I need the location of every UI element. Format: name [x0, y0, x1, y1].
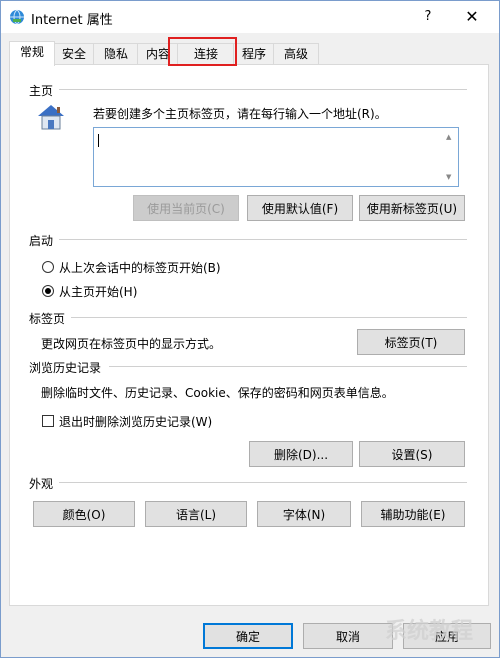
text-caret	[98, 134, 99, 147]
startup-last-session-radio[interactable]	[42, 261, 54, 273]
home-description: 若要创建多个主页标签页，请在每行输入一个地址(R)。	[93, 107, 387, 121]
home-section-title: 主页	[29, 84, 54, 98]
use-current-page-button[interactable]: 使用当前页(C)	[133, 195, 239, 221]
startup-home-page-radio[interactable]	[42, 285, 54, 297]
internet-properties-dialog: Internet 属性 ? ✕ 常规 安全 隐私 内容 连接 程序 高级 主页 …	[0, 0, 500, 658]
highlight-annotation-box	[168, 37, 237, 66]
help-button[interactable]: ?	[417, 7, 439, 27]
ok-button[interactable]: 确定	[203, 623, 293, 649]
languages-button[interactable]: 语言(L)	[145, 501, 247, 527]
startup-section-title: 启动	[29, 234, 54, 248]
tabs-separator	[71, 317, 467, 318]
scroll-down-arrow-icon[interactable]: ▼	[446, 173, 451, 181]
tab-advanced[interactable]: 高级	[273, 43, 319, 64]
appearance-separator	[59, 482, 467, 483]
watermark-text: 系统教程	[385, 619, 474, 644]
delete-history-on-exit-checkbox[interactable]	[42, 415, 54, 427]
delete-history-button[interactable]: 删除(D)...	[249, 441, 353, 467]
tabs-section-title: 标签页	[29, 312, 66, 326]
fonts-button[interactable]: 字体(N)	[257, 501, 351, 527]
tab-general[interactable]: 常规	[9, 41, 55, 66]
close-button[interactable]: ✕	[459, 5, 485, 29]
tab-privacy[interactable]: 隐私	[93, 43, 139, 64]
address-scrollbar[interactable]: ▲ ▼	[443, 129, 457, 185]
delete-history-on-exit-label[interactable]: 退出时删除浏览历史记录(W)	[59, 413, 212, 430]
appearance-section-title: 外观	[29, 477, 54, 491]
startup-home-page-label[interactable]: 从主页开始(H)	[59, 283, 137, 300]
colors-button[interactable]: 颜色(O)	[33, 501, 135, 527]
window-title: Internet 属性	[31, 13, 113, 28]
tab-strip: 常规 安全 隐私 内容 连接 程序 高级	[9, 41, 489, 66]
tab-security[interactable]: 安全	[53, 43, 95, 64]
history-separator	[109, 366, 467, 367]
use-new-tab-button[interactable]: 使用新标签页(U)	[359, 195, 465, 221]
home-icon	[38, 105, 64, 130]
tab-programs[interactable]: 程序	[233, 43, 275, 64]
tabs-settings-button[interactable]: 标签页(T)	[357, 329, 465, 355]
history-settings-button[interactable]: 设置(S)	[359, 441, 465, 467]
accessibility-button[interactable]: 辅助功能(E)	[361, 501, 465, 527]
title-bar: Internet 属性 ? ✕	[1, 1, 499, 33]
home-separator	[59, 89, 467, 90]
startup-separator	[59, 239, 467, 240]
tabs-description: 更改网页在标签页中的显示方式。	[41, 337, 222, 351]
home-page-address-input[interactable]: ▲ ▼	[93, 127, 459, 187]
use-default-button[interactable]: 使用默认值(F)	[247, 195, 353, 221]
history-description: 删除临时文件、历史记录、Cookie、保存的密码和网页表单信息。	[41, 386, 394, 400]
scroll-up-arrow-icon[interactable]: ▲	[446, 133, 451, 141]
internet-explorer-globe-icon	[10, 9, 24, 25]
history-section-title: 浏览历史记录	[29, 361, 102, 375]
cancel-button[interactable]: 取消	[303, 623, 393, 649]
startup-last-session-label[interactable]: 从上次会话中的标签页开始(B)	[59, 259, 221, 276]
